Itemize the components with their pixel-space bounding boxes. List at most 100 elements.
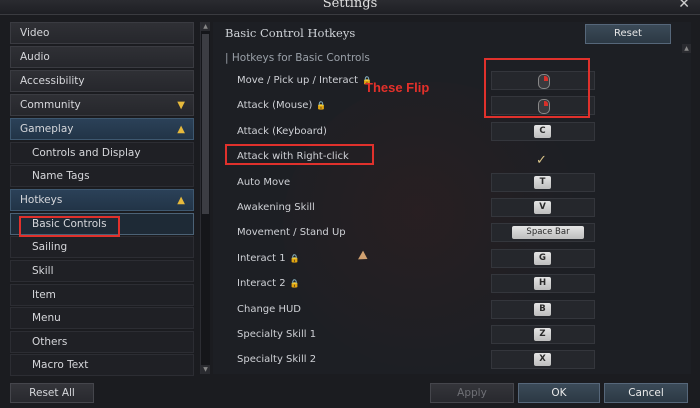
keycap: B — [534, 302, 551, 316]
hotkey-label: Specialty Skill 2 — [237, 354, 317, 366]
sidebar-item-controls-and-display[interactable]: Controls and Display — [10, 142, 194, 164]
right-click-checkbox[interactable]: ✓ — [491, 147, 595, 168]
keycap: G — [534, 251, 551, 265]
key-binding[interactable] — [491, 96, 595, 116]
hotkey-label: Attack (Keyboard) — [237, 125, 327, 137]
keycap: C — [534, 124, 551, 138]
key-binding[interactable] — [491, 71, 595, 90]
hotkey-row: Interact 2 🔒 H — [225, 271, 675, 296]
sidebar-item-hotkeys[interactable]: Hotkeys ▲ — [10, 189, 194, 211]
hotkey-list: Move / Pick up / Interact 🔒 Attack (Mouse… — [225, 68, 675, 373]
ok-button[interactable]: OK — [518, 383, 600, 403]
key-binding[interactable]: Space Bar — [491, 223, 595, 243]
scroll-down-icon[interactable]: ▼ — [201, 365, 210, 374]
window-title: Settings — [322, 0, 378, 11]
sidebar-item-label: Hotkeys — [20, 194, 63, 206]
sidebar-item-label: Others — [32, 336, 68, 348]
sidebar-item-label: Sailing — [32, 241, 68, 253]
hotkey-row: Attack (Keyboard) C — [225, 119, 675, 144]
key-binding[interactable]: H — [491, 274, 595, 294]
keycap: Space Bar — [512, 226, 584, 240]
sidebar-item-label: Accessibility — [20, 75, 85, 87]
lock-icon: 🔒 — [316, 101, 327, 111]
sidebar-item-basic-controls[interactable]: Basic Controls — [10, 213, 194, 235]
keycap: H — [534, 277, 551, 291]
sidebar-item-gameplay[interactable]: Gameplay ▲ — [10, 118, 194, 140]
cancel-button[interactable]: Cancel — [604, 383, 688, 403]
panel-scrollbar[interactable]: ▲ ▼ — [682, 44, 691, 374]
hotkey-row: Attack (Mouse) 🔒 — [225, 93, 675, 118]
sidebar-item-label: Basic Controls — [32, 218, 107, 230]
sidebar-item-label: Skill — [32, 265, 54, 277]
sidebar-item-audio[interactable]: Audio — [10, 46, 194, 68]
key-binding[interactable]: B — [491, 299, 595, 319]
chevron-down-icon: ▼ — [177, 100, 185, 111]
keycap: Z — [534, 327, 551, 341]
key-binding[interactable]: X — [491, 350, 595, 370]
keycap: X — [534, 353, 551, 367]
sidebar-item-label: Controls and Display — [32, 147, 141, 159]
sidebar-item-label: Community — [20, 99, 81, 111]
sidebar-item-community[interactable]: Community ▼ — [10, 94, 194, 116]
hotkey-label: Move / Pick up / Interact 🔒 — [237, 75, 372, 86]
hotkey-row: Attack with Right-click ✓ — [225, 144, 675, 169]
sidebar-item-label: Macro Text — [32, 359, 89, 371]
sidebar-item-macro-text[interactable]: Macro Text — [10, 354, 194, 376]
sidebar-item-name-tags[interactable]: Name Tags — [10, 165, 194, 187]
chevron-up-icon: ▲ — [177, 195, 185, 206]
lock-icon: 🔒 — [289, 279, 300, 289]
sidebar-scrollbar[interactable]: ▲ ▼ — [200, 22, 210, 374]
mouse-right-icon — [538, 74, 550, 89]
hotkey-label: Attack with Right-click — [237, 151, 349, 163]
apply-button[interactable]: Apply — [430, 383, 514, 403]
hotkey-label: Attack (Mouse) 🔒 — [237, 100, 327, 112]
key-binding[interactable]: V — [491, 197, 595, 217]
hotkey-label: Auto Move — [237, 176, 291, 188]
panel-title: Basic Control Hotkeys — [225, 26, 356, 40]
hotkey-label: Interact 2 🔒 — [237, 278, 300, 290]
sidebar-item-item[interactable]: Item — [10, 284, 194, 306]
scroll-up-icon[interactable]: ▲ — [201, 22, 210, 31]
hotkey-label: Interact 1 🔒 — [237, 252, 300, 264]
hotkey-row: Specialty Skill 1 Z — [225, 322, 675, 347]
hotkey-row: Change HUD B — [225, 297, 675, 322]
sidebar-item-label: Item — [32, 289, 56, 301]
scroll-thumb[interactable] — [202, 34, 209, 214]
key-binding[interactable]: Z — [491, 324, 595, 344]
key-binding[interactable]: T — [491, 172, 595, 192]
hotkey-label: Change HUD — [237, 303, 302, 315]
annotation-text: These Flip — [365, 80, 430, 95]
sidebar-item-others[interactable]: Others — [10, 331, 194, 353]
hotkey-row: Specialty Skill 2 X — [225, 347, 675, 372]
hotkey-label: Movement / Stand Up — [237, 227, 346, 239]
hotkey-label: Specialty Skill 1 — [237, 328, 317, 340]
hotkey-row: Move / Pick up / Interact 🔒 — [225, 68, 675, 93]
hotkey-row: Auto Move T — [225, 170, 675, 195]
sidebar-item-video[interactable]: Video — [10, 22, 194, 44]
hotkey-label: Awakening Skill — [237, 201, 315, 213]
mouse-right-icon — [538, 99, 550, 115]
sidebar-item-menu[interactable]: Menu — [10, 307, 194, 329]
hotkeys-panel: Basic Control Hotkeys Reset | Hotkeys fo… — [213, 22, 691, 374]
keycap: T — [534, 175, 551, 189]
keycap: V — [534, 200, 551, 214]
sidebar-item-label: Video — [20, 27, 50, 39]
scroll-up-icon[interactable]: ▲ — [682, 44, 691, 53]
chevron-up-icon: ▲ — [177, 124, 185, 135]
settings-sidebar: Video Audio Accessibility Community ▼ Gam… — [10, 22, 194, 376]
sidebar-item-accessibility[interactable]: Accessibility — [10, 70, 194, 92]
key-binding[interactable]: C — [491, 121, 595, 141]
sidebar-item-skill[interactable]: Skill — [10, 260, 194, 282]
reset-all-button[interactable]: Reset All — [10, 383, 94, 403]
hotkey-row: Awakening Skill V — [225, 195, 675, 220]
sidebar-item-sailing[interactable]: Sailing — [10, 236, 194, 258]
title-bar: Settings ✕ — [0, 0, 700, 15]
key-binding[interactable]: G — [491, 248, 595, 268]
hotkey-row: Interact 1 🔒 G — [225, 246, 675, 271]
reset-button[interactable]: Reset — [585, 24, 671, 44]
sidebar-item-label: Audio — [20, 51, 50, 63]
hotkey-row: Movement / Stand Up Space Bar — [225, 220, 675, 245]
close-icon[interactable]: ✕ — [678, 0, 690, 12]
section-title: | Hotkeys for Basic Controls — [225, 52, 370, 64]
sidebar-item-label: Name Tags — [32, 170, 90, 182]
